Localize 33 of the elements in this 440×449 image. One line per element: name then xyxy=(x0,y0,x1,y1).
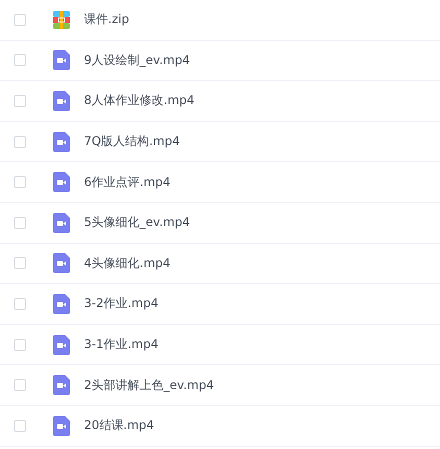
checkbox[interactable] xyxy=(14,14,26,26)
checkbox[interactable] xyxy=(14,216,26,229)
video-icon xyxy=(53,294,70,314)
file-name[interactable]: 9人设绘制_ev.mp4 xyxy=(84,52,190,69)
video-icon xyxy=(53,132,70,152)
checkbox[interactable] xyxy=(14,379,26,392)
checkbox[interactable] xyxy=(14,338,26,351)
video-icon xyxy=(53,253,70,274)
video-icon xyxy=(53,90,70,111)
checkbox[interactable] xyxy=(14,298,26,310)
video-icon xyxy=(53,172,70,192)
checkbox[interactable] xyxy=(14,176,26,188)
checkbox[interactable] xyxy=(14,257,26,270)
checkbox[interactable] xyxy=(14,54,26,66)
video-icon xyxy=(53,334,70,355)
file-name[interactable]: 20结课.mp4 xyxy=(84,417,154,434)
video-icon xyxy=(53,375,70,396)
file-name[interactable]: 2头部讲解上色_ev.mp4 xyxy=(84,376,214,394)
file-name[interactable]: 6作业点评.mp4 xyxy=(84,174,170,191)
archive-icon xyxy=(53,10,70,30)
file-name[interactable]: 课件.zip xyxy=(84,11,130,28)
video-icon xyxy=(53,416,70,436)
video-icon xyxy=(53,212,70,233)
file-name[interactable]: 7Q版人结构.mp4 xyxy=(84,133,180,150)
file-name[interactable]: 4头像细化.mp4 xyxy=(84,254,170,272)
checkbox[interactable] xyxy=(14,136,26,148)
checkbox[interactable] xyxy=(14,420,26,432)
file-name[interactable]: 8人体作业修改.mp4 xyxy=(84,92,194,110)
file-name[interactable]: 5头像细化_ev.mp4 xyxy=(84,214,190,232)
file-name[interactable]: 3-2作业.mp4 xyxy=(84,295,158,312)
video-icon xyxy=(53,50,70,70)
file-name[interactable]: 3-1作业.mp4 xyxy=(84,336,158,354)
checkbox[interactable] xyxy=(14,94,26,107)
